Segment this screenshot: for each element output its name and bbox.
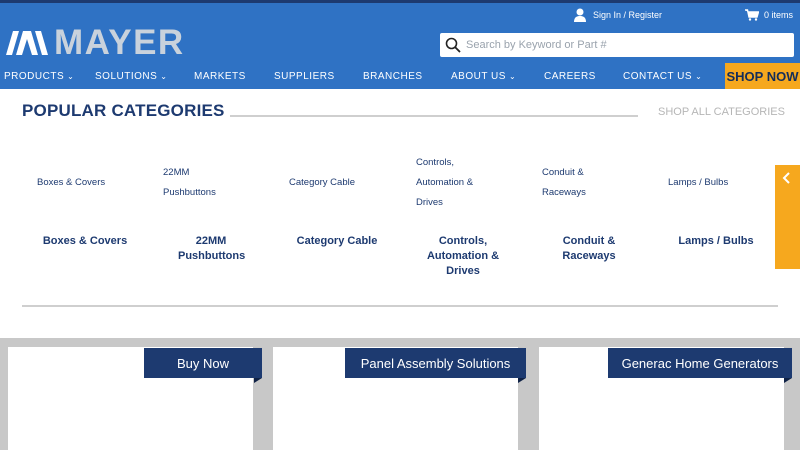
category-image[interactable]: Conduit & Raceways	[542, 163, 612, 203]
nav-contact-us[interactable]: CONTACT US ⌄	[623, 63, 702, 89]
category-name[interactable]: Category Cable	[282, 234, 392, 249]
chevron-down-icon: ⌄	[67, 71, 75, 81]
category-name[interactable]: Controls, Automation & Drives	[408, 234, 518, 279]
nav-label: BRANCHES	[363, 70, 423, 82]
category-image[interactable]: Lamps / Bulbs	[668, 173, 758, 193]
nav-branches[interactable]: BRANCHES	[363, 63, 423, 89]
nav-label: ABOUT US	[451, 70, 506, 82]
nav-label: MARKETS	[194, 70, 246, 82]
nav-label: SUPPLIERS	[274, 70, 335, 82]
search-box[interactable]	[440, 33, 794, 57]
search-input[interactable]	[466, 39, 786, 51]
shop-now-button[interactable]: SHOP NOW	[725, 63, 800, 89]
category-image[interactable]: Category Cable	[289, 173, 379, 193]
category-name[interactable]: Conduit & Raceways	[534, 234, 644, 264]
popular-categories-title: POPULAR CATEGORIES	[22, 101, 225, 120]
nav-markets[interactable]: MARKETS	[194, 63, 246, 89]
chevron-down-icon: ⌄	[695, 71, 703, 81]
category-name[interactable]: Lamps / Bulbs	[661, 234, 771, 249]
categories-divider	[22, 305, 778, 307]
chevron-down-icon: ⌄	[160, 71, 168, 81]
promo-banner[interactable]: Buy Now	[144, 348, 262, 383]
user-icon	[574, 8, 586, 22]
chevron-down-icon: ⌄	[508, 71, 517, 81]
carousel-prev-button[interactable]	[775, 165, 800, 269]
logo-wordmark: MAYER	[54, 23, 185, 62]
cart-count: 0 items	[764, 10, 794, 20]
category-image[interactable]: Controls, Automation & Drives	[416, 153, 496, 213]
nav-products[interactable]: PRODUCTS ⌄	[4, 63, 74, 89]
nav-suppliers[interactable]: SUPPLIERS	[274, 63, 335, 89]
category-name[interactable]: Boxes & Covers	[30, 234, 140, 249]
category-name[interactable]: 22MM Pushbuttons	[156, 234, 266, 264]
logo-mark-icon	[6, 31, 48, 55]
nav-about-us[interactable]: ABOUT US ⌄	[451, 63, 516, 89]
cart-link[interactable]: 0 items	[745, 8, 793, 22]
nav-careers[interactable]: CAREERS	[544, 63, 596, 89]
title-divider	[230, 115, 638, 117]
main-nav: PRODUCTS ⌄ SOLUTIONS ⌄ MARKETS SUPPLIERS B…	[0, 63, 800, 89]
sign-in-link[interactable]: Sign In / Register	[574, 8, 662, 22]
nav-label: CAREERS	[544, 70, 596, 82]
sign-in-label: Sign In / Register	[593, 10, 663, 20]
mayer-logo[interactable]: MAYER	[6, 23, 185, 62]
nav-label: CONTACT US	[623, 70, 693, 82]
shop-all-categories-link[interactable]: SHOP ALL CATEGORIES	[658, 106, 785, 118]
promo-banner[interactable]: Generac Home Generators	[608, 348, 792, 383]
nav-label: SOLUTIONS	[95, 70, 158, 82]
promo-banner[interactable]: Panel Assembly Solutions	[345, 348, 526, 383]
cart-icon	[745, 9, 759, 21]
category-image[interactable]: 22MM Pushbuttons	[163, 163, 243, 203]
category-image[interactable]: Boxes & Covers	[37, 173, 127, 193]
search-icon[interactable]	[445, 37, 461, 53]
nav-solutions[interactable]: SOLUTIONS ⌄	[95, 63, 168, 89]
nav-label: PRODUCTS	[4, 70, 65, 82]
chevron-left-icon	[782, 172, 790, 184]
